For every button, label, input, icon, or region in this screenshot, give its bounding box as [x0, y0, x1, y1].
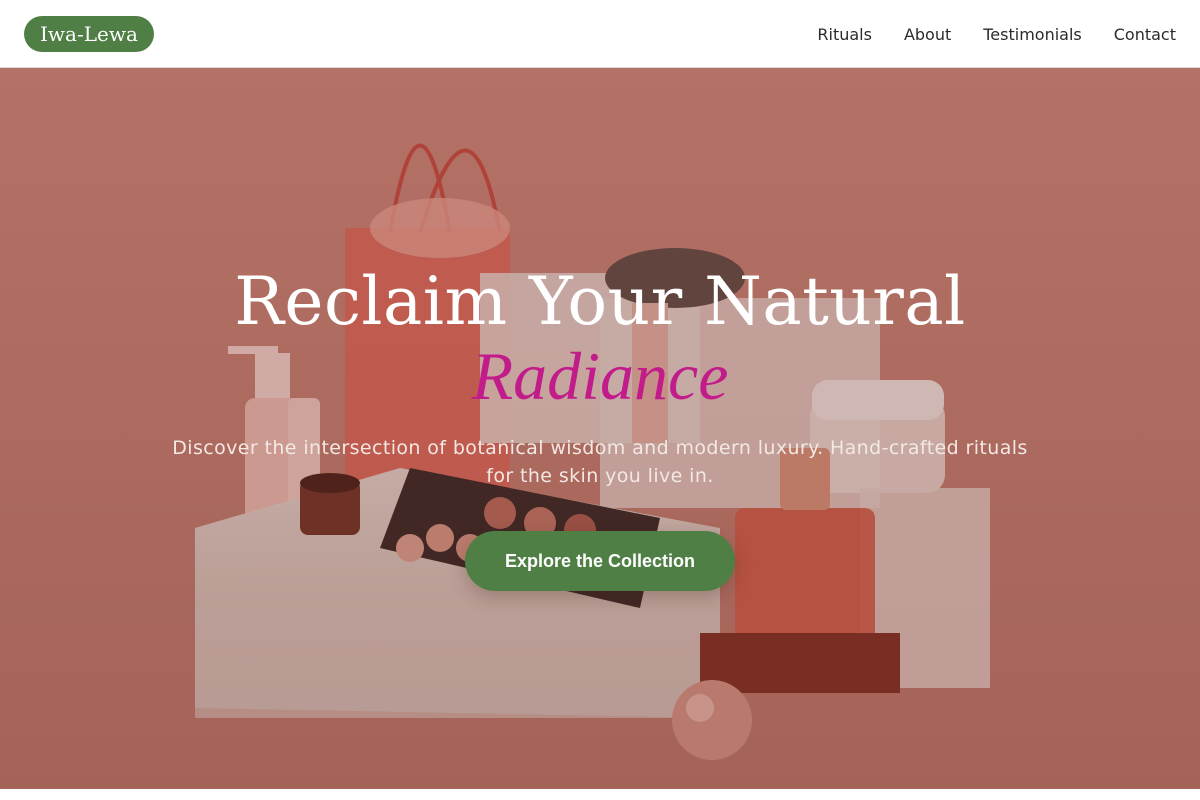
main-nav: Rituals About Testimonials Contact: [817, 0, 1176, 68]
nav-link-rituals[interactable]: Rituals: [817, 25, 872, 44]
site-header: Iwa-Lewa Rituals About Testimonials Cont…: [0, 0, 1200, 68]
hero-title-highlight: Radiance: [471, 338, 729, 414]
nav-link-testimonials[interactable]: Testimonials: [983, 25, 1082, 44]
hero-section: Reclaim Your Natural Radiance Discover t…: [0, 68, 1200, 789]
hero-content: Reclaim Your Natural Radiance Discover t…: [0, 68, 1200, 789]
brand-logo[interactable]: Iwa-Lewa: [24, 16, 154, 52]
hero-title: Reclaim Your Natural: [234, 263, 966, 340]
hero-subtitle: Discover the intersection of botanical w…: [172, 437, 1028, 487]
explore-collection-button[interactable]: Explore the Collection: [465, 531, 735, 591]
nav-link-about[interactable]: About: [904, 25, 951, 44]
nav-link-contact[interactable]: Contact: [1114, 25, 1176, 44]
